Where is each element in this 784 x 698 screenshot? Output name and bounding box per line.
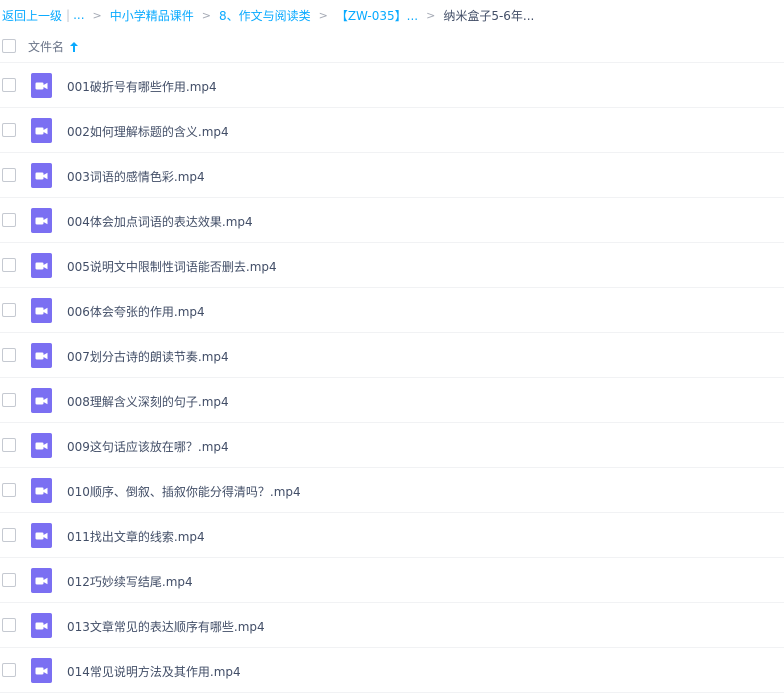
video-file-icon: [31, 523, 52, 548]
row-checkbox[interactable]: [2, 618, 16, 632]
video-file-icon: [31, 613, 52, 638]
file-name[interactable]: 011找出文章的线索.mp4: [67, 528, 205, 545]
video-file-icon: [31, 658, 52, 683]
row-checkbox[interactable]: [2, 168, 16, 182]
breadcrumb-ellipsis[interactable]: ...: [73, 8, 84, 22]
file-row[interactable]: 010顺序、倒叙、插叙你能分得清吗？.mp4: [0, 468, 784, 513]
chevron-right-icon: >: [92, 8, 102, 22]
sort-ascending-icon[interactable]: [70, 41, 79, 52]
breadcrumb-item[interactable]: 8、作文与阅读类: [219, 7, 311, 24]
file-row[interactable]: 013文章常见的表达顺序有哪些.mp4: [0, 603, 784, 648]
file-row[interactable]: 002如何理解标题的含义.mp4: [0, 108, 784, 153]
file-row[interactable]: 009这句话应该放在哪？.mp4: [0, 423, 784, 468]
file-name[interactable]: 003词语的感情色彩.mp4: [67, 168, 205, 185]
video-file-icon: [31, 568, 52, 593]
breadcrumb-divider: |: [66, 8, 71, 22]
file-name[interactable]: 004体会加点词语的表达效果.mp4: [67, 213, 253, 230]
file-name[interactable]: 012巧妙续写结尾.mp4: [67, 573, 193, 590]
chevron-right-icon: >: [318, 8, 328, 22]
file-row[interactable]: 007划分古诗的朗读节奏.mp4: [0, 333, 784, 378]
file-name[interactable]: 005说明文中限制性词语能否删去.mp4: [67, 258, 277, 275]
video-file-icon: [31, 208, 52, 233]
chevron-right-icon: >: [201, 8, 211, 22]
row-checkbox[interactable]: [2, 573, 16, 587]
video-file-icon: [31, 298, 52, 323]
file-name[interactable]: 008理解含义深刻的句子.mp4: [67, 393, 229, 410]
file-name[interactable]: 006体会夸张的作用.mp4: [67, 303, 205, 320]
row-checkbox[interactable]: [2, 213, 16, 227]
select-all-checkbox[interactable]: [2, 39, 16, 53]
row-checkbox[interactable]: [2, 303, 16, 317]
row-checkbox[interactable]: [2, 483, 16, 497]
file-name[interactable]: 007划分古诗的朗读节奏.mp4: [67, 348, 229, 365]
file-row[interactable]: 005说明文中限制性词语能否删去.mp4: [0, 243, 784, 288]
file-name[interactable]: 001破折号有哪些作用.mp4: [67, 78, 217, 95]
row-checkbox[interactable]: [2, 663, 16, 677]
file-name[interactable]: 014常见说明方法及其作用.mp4: [67, 663, 241, 680]
breadcrumb-item[interactable]: 【ZW-035】...: [336, 7, 418, 24]
file-name[interactable]: 010顺序、倒叙、插叙你能分得清吗？.mp4: [67, 483, 301, 500]
video-file-icon: [31, 73, 52, 98]
file-name[interactable]: 009这句话应该放在哪？.mp4: [67, 438, 229, 455]
row-checkbox[interactable]: [2, 438, 16, 452]
file-row[interactable]: 008理解含义深刻的句子.mp4: [0, 378, 784, 423]
video-file-icon: [31, 163, 52, 188]
file-row[interactable]: 012巧妙续写结尾.mp4: [0, 558, 784, 603]
file-row[interactable]: 006体会夸张的作用.mp4: [0, 288, 784, 333]
row-checkbox[interactable]: [2, 393, 16, 407]
file-list-header: 文件名: [0, 30, 784, 63]
file-list: 001破折号有哪些作用.mp4 002如何理解标题的含义.mp4 003词语的感情色…: [0, 63, 784, 693]
video-file-icon: [31, 478, 52, 503]
back-link[interactable]: 返回上一级: [2, 7, 62, 24]
column-header-label: 文件名: [28, 40, 65, 54]
file-name[interactable]: 002如何理解标题的含义.mp4: [67, 123, 229, 140]
file-row[interactable]: 011找出文章的线索.mp4: [0, 513, 784, 558]
video-file-icon: [31, 118, 52, 143]
breadcrumb-item[interactable]: 中小学精品课件: [110, 7, 194, 24]
file-row[interactable]: 003词语的感情色彩.mp4: [0, 153, 784, 198]
video-file-icon: [31, 388, 52, 413]
file-row[interactable]: 001破折号有哪些作用.mp4: [0, 63, 784, 108]
row-checkbox[interactable]: [2, 123, 16, 137]
video-file-icon: [31, 253, 52, 278]
row-checkbox[interactable]: [2, 348, 16, 362]
row-checkbox[interactable]: [2, 78, 16, 92]
breadcrumb-current: 纳米盒子5-6年...: [443, 8, 535, 23]
breadcrumb: 返回上一级 | ... > 中小学精品课件 > 8、作文与阅读类 > 【ZW-0…: [2, 0, 784, 30]
row-checkbox[interactable]: [2, 258, 16, 272]
video-file-icon: [31, 343, 52, 368]
column-header-filename[interactable]: 文件名: [28, 38, 79, 55]
chevron-right-icon: >: [426, 8, 436, 22]
row-checkbox[interactable]: [2, 528, 16, 542]
video-file-icon: [31, 433, 52, 458]
file-name[interactable]: 013文章常见的表达顺序有哪些.mp4: [67, 618, 265, 635]
file-row[interactable]: 004体会加点词语的表达效果.mp4: [0, 198, 784, 243]
file-row[interactable]: 014常见说明方法及其作用.mp4: [0, 648, 784, 693]
